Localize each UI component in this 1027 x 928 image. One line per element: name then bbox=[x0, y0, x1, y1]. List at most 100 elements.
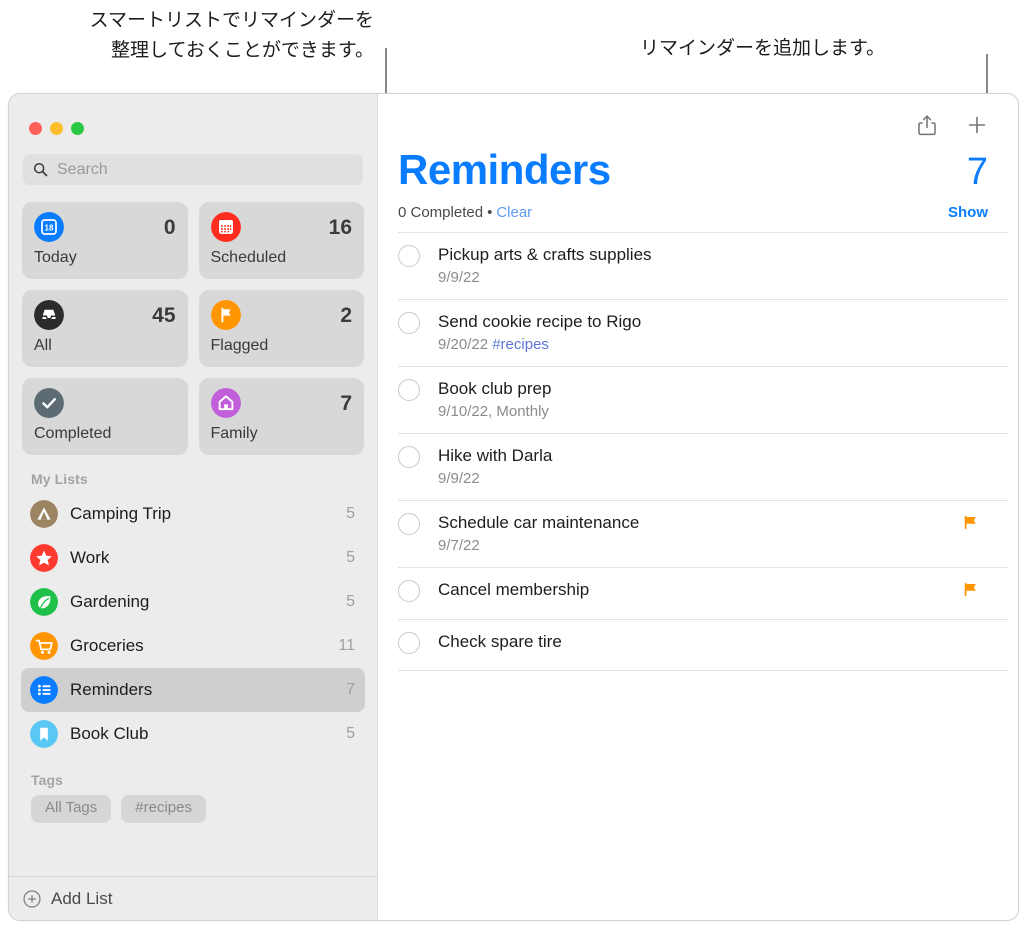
main-content: Reminders 7 0 Completed•Clear Show Picku… bbox=[378, 94, 1018, 920]
close-button[interactable] bbox=[29, 122, 42, 135]
sidebar-item-book-club[interactable]: Book Club 5 bbox=[21, 712, 365, 756]
reminder-checkbox[interactable] bbox=[398, 245, 420, 267]
sidebar-item-reminders[interactable]: Reminders 7 bbox=[21, 668, 365, 712]
cart-icon bbox=[30, 632, 58, 660]
calendar-day-icon: 18 bbox=[34, 212, 64, 242]
reminder-title: Pickup arts & crafts supplies bbox=[438, 244, 978, 265]
leaf-icon bbox=[30, 588, 58, 616]
reminder-body: Book club prep 9/10/22, Monthly bbox=[438, 378, 978, 422]
smart-list-flagged[interactable]: 2 Flagged bbox=[199, 290, 365, 367]
reminder-checkbox[interactable] bbox=[398, 632, 420, 654]
sidebar-item-work[interactable]: Work 5 bbox=[21, 536, 365, 580]
search-input[interactable] bbox=[57, 154, 353, 185]
reminder-body: Send cookie recipe to Rigo 9/20/22 #reci… bbox=[438, 311, 978, 355]
show-completed-button[interactable]: Show bbox=[948, 204, 988, 221]
smart-list-label: Flagged bbox=[211, 337, 353, 355]
sidebar-item-camping-trip[interactable]: Camping Trip 5 bbox=[21, 492, 365, 536]
smart-list-family[interactable]: 7 Family bbox=[199, 378, 365, 455]
reminders-window: 18 0 Today bbox=[8, 93, 1019, 921]
sidebar-item-count: 5 bbox=[346, 549, 355, 567]
sidebar-item-label: Groceries bbox=[70, 636, 338, 656]
smart-list-label: Completed bbox=[34, 425, 176, 443]
smart-list-count: 7 bbox=[340, 393, 352, 414]
window-traffic-lights bbox=[9, 94, 377, 135]
tag-pill[interactable]: All Tags bbox=[31, 795, 111, 823]
list-count-badge: 7 bbox=[967, 152, 988, 194]
search-icon bbox=[33, 162, 48, 177]
sidebar-item-label: Book Club bbox=[70, 724, 346, 744]
smart-list-label: Family bbox=[211, 425, 353, 443]
reminder-title: Cancel membership bbox=[438, 579, 963, 600]
reminder-subtitle: 9/20/22 #recipes bbox=[438, 334, 978, 355]
completed-status: 0 Completed•Clear bbox=[398, 204, 532, 221]
smart-list-all[interactable]: 45 All bbox=[22, 290, 188, 367]
sidebar: 18 0 Today bbox=[9, 94, 378, 920]
reminder-checkbox[interactable] bbox=[398, 379, 420, 401]
reminder-date: 9/20/22 bbox=[438, 336, 488, 353]
reminder-title: Check spare tire bbox=[438, 631, 978, 652]
sidebar-item-label: Camping Trip bbox=[70, 504, 346, 524]
sidebar-item-gardening[interactable]: Gardening 5 bbox=[21, 580, 365, 624]
zoom-button[interactable] bbox=[71, 122, 84, 135]
reminder-title: Book club prep bbox=[438, 378, 978, 399]
list-title-row: Reminders 7 bbox=[378, 138, 1018, 194]
smart-list-scheduled[interactable]: 16 Scheduled bbox=[199, 202, 365, 279]
smart-list-today[interactable]: 18 0 Today bbox=[22, 202, 188, 279]
reminder-body: Hike with Darla 9/9/22 bbox=[438, 445, 978, 489]
reminder-date: 9/10/22, Monthly bbox=[438, 403, 549, 420]
star-icon bbox=[30, 544, 58, 572]
reminder-tag[interactable]: #recipes bbox=[492, 336, 549, 353]
reminder-row[interactable]: Cancel membership bbox=[398, 567, 1008, 619]
reminder-row[interactable]: Hike with Darla 9/9/22 bbox=[398, 433, 1008, 500]
sidebar-item-label: Reminders bbox=[70, 680, 346, 700]
list-icon bbox=[30, 676, 58, 704]
smart-list-label: Scheduled bbox=[211, 249, 353, 267]
reminder-checkbox[interactable] bbox=[398, 580, 420, 602]
sidebar-item-count: 5 bbox=[346, 725, 355, 743]
add-list-label: Add List bbox=[51, 889, 112, 909]
reminder-row[interactable]: Schedule car maintenance 9/7/22 bbox=[398, 500, 1008, 567]
reminder-date: 9/9/22 bbox=[438, 269, 480, 286]
reminder-row[interactable]: Check spare tire bbox=[398, 619, 1008, 671]
sidebar-item-label: Gardening bbox=[70, 592, 346, 612]
tag-pill[interactable]: #recipes bbox=[121, 795, 206, 823]
reminder-title: Hike with Darla bbox=[438, 445, 978, 466]
smart-list-count: 16 bbox=[329, 217, 352, 238]
reminder-row[interactable]: Send cookie recipe to Rigo 9/20/22 #reci… bbox=[398, 299, 1008, 366]
callout-smart-lists: スマートリストでリマインダーを 整理しておくことができます。 bbox=[14, 6, 374, 66]
reminder-title: Send cookie recipe to Rigo bbox=[438, 311, 978, 332]
reminder-row[interactable]: Book club prep 9/10/22, Monthly bbox=[398, 366, 1008, 433]
reminder-date: 9/9/22 bbox=[438, 470, 480, 487]
minimize-button[interactable] bbox=[50, 122, 63, 135]
smart-list-completed[interactable]: Completed bbox=[22, 378, 188, 455]
bookmark-icon bbox=[30, 720, 58, 748]
main-toolbar bbox=[378, 94, 1018, 138]
tags-header: Tags bbox=[9, 756, 377, 793]
svg-text:18: 18 bbox=[45, 224, 54, 233]
smart-list-count: 45 bbox=[152, 305, 175, 326]
reminder-body: Check spare tire bbox=[438, 631, 978, 652]
list-meta-row: 0 Completed•Clear Show bbox=[378, 194, 1018, 232]
smart-list-label: Today bbox=[34, 249, 176, 267]
reminder-row[interactable]: Pickup arts & crafts supplies 9/9/22 bbox=[398, 232, 1008, 299]
reminder-checkbox[interactable] bbox=[398, 446, 420, 468]
smart-list-count: 2 bbox=[340, 305, 352, 326]
add-reminder-icon[interactable] bbox=[966, 113, 988, 137]
reminder-checkbox[interactable] bbox=[398, 513, 420, 535]
smart-list-count: 0 bbox=[164, 217, 176, 238]
sidebar-item-count: 11 bbox=[338, 637, 355, 655]
reminders-list: Pickup arts & crafts supplies 9/9/22 Sen… bbox=[378, 232, 1018, 671]
share-icon[interactable] bbox=[916, 113, 938, 137]
search-field[interactable] bbox=[23, 154, 363, 185]
checkmark-icon bbox=[34, 388, 64, 418]
sidebar-item-count: 5 bbox=[346, 505, 355, 523]
reminder-body: Schedule car maintenance 9/7/22 bbox=[438, 512, 963, 556]
flag-icon bbox=[963, 582, 978, 597]
reminder-checkbox[interactable] bbox=[398, 312, 420, 334]
tent-icon bbox=[30, 500, 58, 528]
sidebar-item-groceries[interactable]: Groceries 11 bbox=[21, 624, 365, 668]
reminder-body: Pickup arts & crafts supplies 9/9/22 bbox=[438, 244, 978, 288]
add-list-button[interactable]: Add List bbox=[9, 876, 377, 920]
completed-count-label: 0 Completed bbox=[398, 204, 483, 221]
clear-completed-button[interactable]: Clear bbox=[496, 204, 532, 221]
